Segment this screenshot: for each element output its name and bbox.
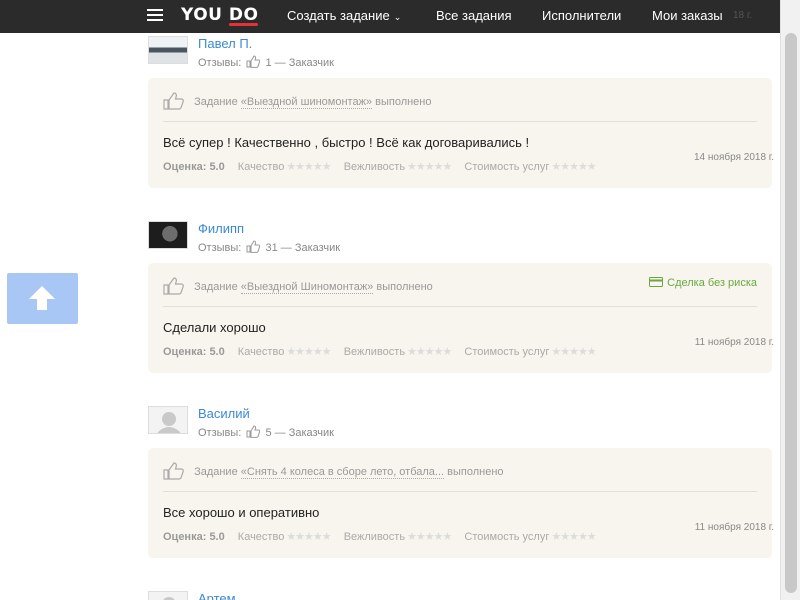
avatar[interactable] bbox=[148, 36, 188, 64]
rating-stars: ★★★★★ bbox=[286, 346, 331, 358]
task-link[interactable]: «Выездной шиномонтаж» bbox=[240, 96, 373, 109]
ratings: Оценка: 5.0 Качество ★★★★★ Вежливость ★★★★… bbox=[163, 346, 597, 358]
task-line: Задание «Выездной шиномонтаж» выполнено bbox=[163, 92, 432, 110]
thumbs-up-icon bbox=[163, 462, 184, 480]
reviewer-name[interactable]: Артем bbox=[198, 591, 236, 600]
arrow-up-icon bbox=[29, 286, 55, 310]
avatar[interactable] bbox=[148, 221, 188, 249]
credit-card-icon bbox=[649, 277, 664, 287]
review-text: Сделали хорошо bbox=[163, 320, 266, 335]
thumbs-up-icon bbox=[246, 425, 261, 438]
reviewer-meta: Отзывы: 5 — Заказчик bbox=[198, 425, 334, 439]
review-card: Задание «Снять 4 колеса в сборе лето, от… bbox=[148, 448, 772, 558]
avatar[interactable] bbox=[148, 591, 188, 600]
rating-stars: ★★★★★ bbox=[407, 161, 452, 173]
rating-stars: ★★★★★ bbox=[286, 531, 331, 543]
scroll-thumb[interactable] bbox=[785, 33, 797, 593]
task-line: Задание «Снять 4 колеса в сборе лето, от… bbox=[163, 462, 504, 480]
review-date: 14 ноября 2018 г. bbox=[694, 152, 774, 163]
avatar[interactable] bbox=[148, 406, 188, 434]
divider bbox=[163, 306, 757, 307]
review-card: Задание «Выездной шиномонтаж» выполнено … bbox=[148, 78, 772, 188]
reviewer-meta: Отзывы: 1 — Заказчик bbox=[198, 55, 334, 69]
task-link[interactable]: «Снять 4 колеса в сборе лето, отбала... bbox=[240, 466, 445, 479]
task-link[interactable]: «Выездной Шиномонтаж» bbox=[240, 281, 374, 294]
reviewer-name[interactable]: Василий bbox=[198, 406, 250, 421]
thumbs-up-icon bbox=[163, 92, 184, 110]
nav-all-tasks[interactable]: Все задания bbox=[436, 8, 512, 23]
rating-stars: ★★★★★ bbox=[407, 346, 452, 358]
ratings: Оценка: 5.0 Качество ★★★★★ Вежливость ★★★★… bbox=[163, 531, 597, 543]
review-text: Все хорошо и оперативно bbox=[163, 505, 320, 520]
review-card: Задание «Выездной Шиномонтаж» выполнено … bbox=[148, 263, 772, 373]
thumbs-up-icon bbox=[246, 55, 261, 68]
ratings: Оценка: 5.0 Качество ★★★★★ Вежливость ★★★★… bbox=[163, 161, 597, 173]
reviewer-meta: Отзывы: 31 — Заказчик bbox=[198, 240, 341, 254]
review-text: Всё супер ! Качественно , быстро ! Всё к… bbox=[163, 135, 530, 150]
safe-deal-badge[interactable]: Сделка без риска bbox=[649, 277, 757, 289]
top-header: YOU DO Создать задание ⌄ Все задания Испо… bbox=[0, 0, 780, 33]
scrollbar[interactable] bbox=[780, 0, 800, 600]
rating-stars: ★★★★★ bbox=[551, 531, 596, 543]
divider bbox=[163, 121, 757, 122]
rating-stars: ★★★★★ bbox=[286, 161, 331, 173]
thumbs-up-icon bbox=[246, 240, 261, 253]
logo[interactable]: YOU DO bbox=[181, 5, 258, 25]
reviewer-name[interactable]: Филипп bbox=[198, 221, 244, 236]
faded-date: 18 г. bbox=[733, 10, 753, 21]
back-to-top-button[interactable] bbox=[7, 273, 78, 324]
menu-icon[interactable] bbox=[147, 9, 163, 21]
nav-performers[interactable]: Исполнители bbox=[542, 8, 621, 23]
thumbs-up-icon bbox=[163, 277, 184, 295]
nav-create-task[interactable]: Создать задание ⌄ bbox=[287, 8, 401, 23]
chevron-down-icon: ⌄ bbox=[393, 12, 402, 22]
review-date: 11 ноября 2018 г. bbox=[694, 522, 774, 533]
rating-stars: ★★★★★ bbox=[407, 531, 452, 543]
review-date: 11 ноября 2018 г. bbox=[694, 337, 774, 348]
divider bbox=[163, 491, 757, 492]
rating-stars: ★★★★★ bbox=[551, 161, 596, 173]
task-line: Задание «Выездной Шиномонтаж» выполнено bbox=[163, 277, 433, 295]
rating-stars: ★★★★★ bbox=[551, 346, 596, 358]
reviewer-name[interactable]: Павел П. bbox=[198, 36, 252, 51]
nav-my-orders[interactable]: Мои заказы bbox=[652, 8, 723, 23]
